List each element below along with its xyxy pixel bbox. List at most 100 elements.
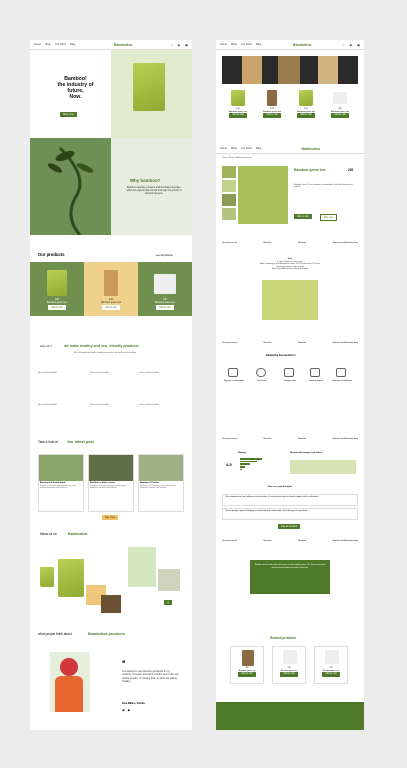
blog-card[interactable]: Bamboo & Pandas Bamboo is a fast-growing… (138, 454, 184, 512)
see-all-products-link[interactable]: see all products (156, 254, 173, 257)
review-media-strip[interactable] (290, 460, 356, 474)
nav-shop[interactable]: Shop (45, 43, 51, 46)
tab-bar: Direction to use Benefits Reviews Nature… (222, 540, 358, 542)
nav-our-story[interactable]: Our Story (55, 43, 66, 46)
testimonial-author: Sara Millers, Florida (122, 702, 145, 705)
see-all-reviews-button[interactable]: See all reviews (278, 524, 301, 529)
tab-benefits[interactable]: Benefits (264, 540, 272, 542)
nav-our-story[interactable]: Our Story (241, 43, 252, 46)
search-icon[interactable]: ⌕ (343, 43, 345, 47)
product-card[interactable]: 220 Bamboo green tea Add to cart (290, 88, 322, 124)
user-icon[interactable]: ◉ (178, 43, 181, 47)
brand-logo[interactable]: Bambutiva (301, 147, 319, 151)
add-to-cart-button[interactable]: Add to cart (238, 672, 256, 677)
hero-title: Bamboo! the industry of future, Now. (57, 76, 94, 100)
add-to-cart-button[interactable]: Add to cart (280, 672, 298, 677)
products-row: 220 Bamboo green tea Add to cart 220 Bam… (30, 262, 192, 316)
tab-direction[interactable]: Direction to use (222, 242, 237, 244)
brand-logo[interactable]: Bambutiva (114, 43, 132, 47)
nav-blog[interactable]: Blog (256, 147, 261, 150)
nav-shop[interactable]: Shop (231, 43, 237, 46)
product-card[interactable]: 220 Bamboo green tea Add to cart (222, 88, 254, 124)
tab-nature[interactable]: Nature and Manufacturing (333, 242, 358, 244)
nav-shop[interactable]: Shop (231, 147, 237, 150)
product-name: Bamboo green tea (155, 301, 175, 304)
tab-reviews[interactable]: Reviews (298, 342, 306, 344)
tab-bar: Direction to use Benefits Reviews Nature… (222, 342, 358, 344)
nav-home[interactable]: Home (220, 43, 227, 46)
tab-nature[interactable]: Nature and Manufacturing (333, 342, 358, 344)
nav-our-story[interactable]: Our Story (241, 147, 252, 150)
scale-icon (336, 368, 346, 377)
product-card[interactable]: 220 Bamboo green tea Add to cart (30, 262, 84, 316)
review-card: This is bamboo and I am holding on to th… (222, 494, 358, 506)
search-icon[interactable]: ⌕ (171, 43, 173, 47)
product-card[interactable]: 220 Bamboo green tea Add to cart (314, 646, 348, 684)
testimonial-label: what people think about (38, 632, 72, 636)
add-to-cart-button[interactable]: Add to cart (322, 672, 340, 677)
bamboo-plant-image (30, 138, 111, 235)
nav-blog[interactable]: Blog (70, 43, 75, 46)
thoughts-heading: Here are your thoughts (268, 486, 293, 488)
tab-benefits[interactable]: Benefits (264, 242, 272, 244)
tab-benefits[interactable]: Benefits (264, 438, 272, 440)
cart-icon[interactable]: ▣ (357, 43, 360, 47)
nav-home[interactable]: Home (220, 147, 227, 150)
add-to-cart-button[interactable]: Add to cart (331, 113, 349, 118)
why-us-subtitle: We at Bambutiva make bamboo products tha… (74, 352, 136, 354)
features-grid: Best of Households Best of Households Be… (36, 368, 186, 428)
rating-value: 4.5 (226, 462, 232, 467)
blog-card[interactable]: Bamboo for health habit Bamboo is a fast… (38, 454, 84, 512)
add-to-cart-button[interactable]: Add to cart (48, 305, 66, 310)
blog-card[interactable]: Bamboo in daily routine Bamboo is a fast… (88, 454, 134, 512)
tab-reviews[interactable]: Reviews (298, 540, 306, 542)
product-card[interactable]: 220 Bamboo green tea Add to cart (256, 88, 288, 124)
product-card[interactable]: 220 Bamboo green tea Add to cart (272, 646, 306, 684)
cart-icon[interactable]: ▣ (185, 43, 188, 47)
banner-strip (222, 56, 358, 84)
benefit-label: Hair health (257, 380, 267, 382)
see-more-button[interactable]: See more (102, 515, 119, 520)
run-icon (310, 368, 320, 377)
tab-direction[interactable]: Direction to use (222, 438, 237, 440)
product-name: Bamboo green tea (101, 301, 121, 304)
tab-reviews[interactable]: Reviews (298, 242, 306, 244)
why-us-label: why us ? (40, 344, 52, 348)
shop-now-button[interactable]: Shop now (60, 112, 77, 117)
add-to-cart-button[interactable]: Add to cart (229, 113, 247, 118)
tab-direction[interactable]: Direction to use (222, 342, 237, 344)
nav-blog[interactable]: Blog (256, 43, 261, 46)
detail-header: Home Shop Our Story Blog Bambutiva (216, 144, 364, 154)
tab-nature[interactable]: Nature and Manufacturing (333, 438, 358, 440)
thumbnail-list[interactable] (222, 166, 236, 222)
product-card[interactable]: 220 Bamboo green tea Add to cart (84, 262, 138, 316)
breadcrumb[interactable]: Home / Shop / Bamboo green tea (222, 157, 252, 159)
next-arrow-icon[interactable]: ▶ (128, 708, 130, 712)
blog-list: Bamboo for health habit Bamboo is a fast… (38, 454, 184, 514)
product-page-mockup: Home Shop Our Story Blog Bambutiva ⌕ ◉ ▣… (216, 40, 364, 730)
tab-direction[interactable]: Direction to use (222, 540, 237, 542)
prev-arrow-icon[interactable]: ◀ (122, 708, 124, 712)
user-icon[interactable]: ◉ (350, 43, 353, 47)
product-card[interactable]: 220 Bamboo green tea Add to cart (230, 646, 264, 684)
product-card[interactable]: 220 Bamboo green tea Add to cart (138, 262, 192, 316)
hero-product-image (133, 63, 165, 111)
add-to-cart-button[interactable]: Add to cart (294, 214, 312, 219)
tab-nature[interactable]: Nature and Manufacturing (333, 540, 358, 542)
product-main-image (238, 166, 288, 224)
product-name: Bamboo green tea (47, 301, 67, 304)
feature-item: Best of Households (90, 404, 109, 406)
tab-reviews[interactable]: Reviews (298, 438, 306, 440)
product-card[interactable]: 220 Bamboo green tea Add to cart (324, 88, 356, 124)
add-to-cart-button[interactable]: Add to cart (102, 305, 120, 310)
related-products: 220 Bamboo green tea Add to cart 220 Bam… (226, 646, 354, 686)
hand-icon (284, 368, 294, 377)
buy-now-button[interactable]: Buy now (320, 214, 338, 221)
nav-home[interactable]: Home (34, 43, 41, 46)
follow-button[interactable]: ◎ (164, 600, 173, 605)
add-to-cart-button[interactable]: Add to cart (156, 305, 174, 310)
add-to-cart-button[interactable]: Add to cart (263, 113, 281, 118)
add-to-cart-button[interactable]: Add to cart (297, 113, 315, 118)
tab-benefits[interactable]: Benefits (264, 342, 272, 344)
brand-logo[interactable]: Bambutiva (293, 43, 311, 47)
